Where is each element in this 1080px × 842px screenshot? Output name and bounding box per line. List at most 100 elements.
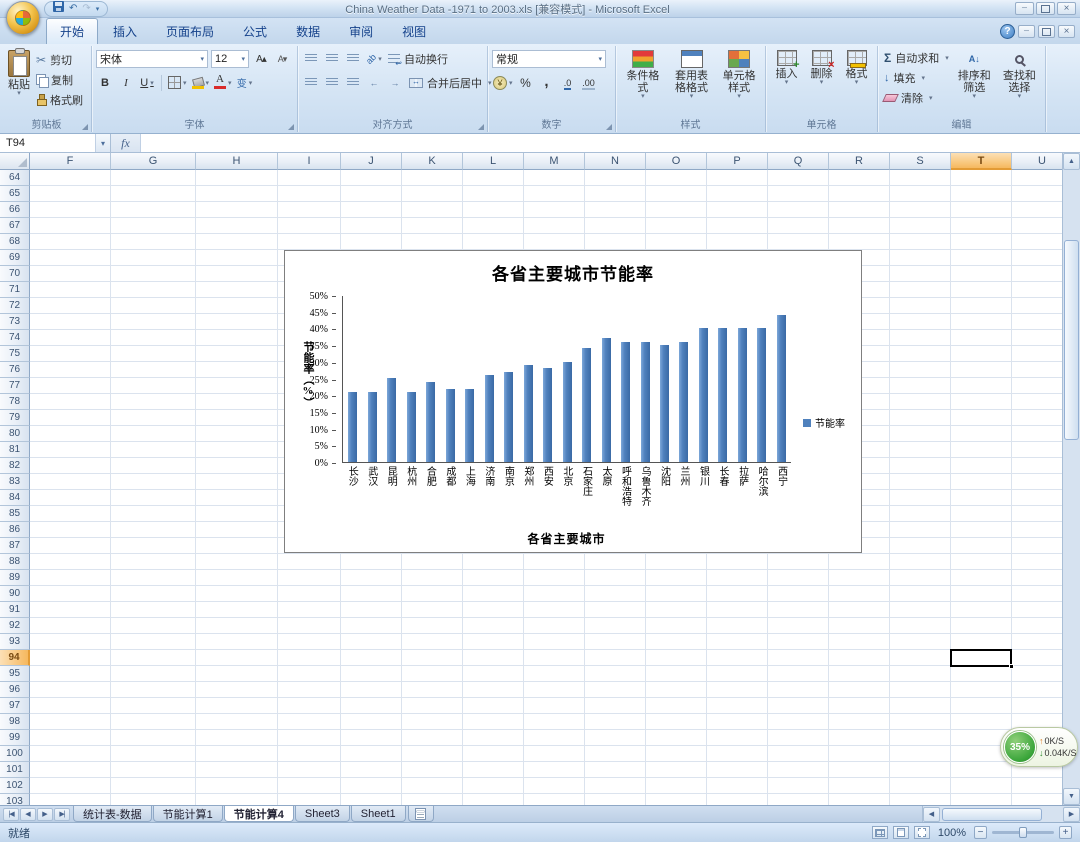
- ribbon-tab-插入[interactable]: 插入: [99, 18, 151, 44]
- scroll-right-button[interactable]: [1063, 807, 1080, 822]
- format-cells-button[interactable]: 格式: [840, 48, 873, 118]
- ribbon-tab-开始[interactable]: 开始: [46, 18, 98, 44]
- chart[interactable]: 各省主要城市节能率 节能率（%） 0%5%10%15%20%25%30%35%4…: [284, 250, 862, 553]
- page-layout-view-button[interactable]: [893, 826, 909, 839]
- undo-button[interactable]: [69, 2, 77, 16]
- alignment-dialog-launcher[interactable]: [478, 124, 484, 130]
- bar-成都[interactable]: [446, 389, 455, 462]
- merge-center-button[interactable]: 合并后居中: [407, 74, 494, 91]
- fill-button[interactable]: 填充: [882, 69, 951, 86]
- bar-石家庄[interactable]: [582, 348, 591, 462]
- clipboard-dialog-launcher[interactable]: [82, 124, 88, 130]
- bar-呼和浩特[interactable]: [621, 342, 630, 462]
- column-header-M[interactable]: M: [524, 153, 585, 170]
- bar-郑州[interactable]: [524, 365, 533, 462]
- row-header-79[interactable]: 79: [0, 410, 30, 426]
- row-header-67[interactable]: 67: [0, 218, 30, 234]
- minimize-button[interactable]: [1015, 2, 1034, 15]
- find-select-button[interactable]: 查找和选择: [998, 48, 1041, 118]
- column-header-I[interactable]: I: [278, 153, 341, 170]
- row-header-82[interactable]: 82: [0, 458, 30, 474]
- bar-长春[interactable]: [718, 328, 727, 462]
- qat-customize-dropdown[interactable]: [96, 2, 100, 17]
- bar-兰州[interactable]: [679, 342, 688, 462]
- row-header-80[interactable]: 80: [0, 426, 30, 442]
- accounting-format-button[interactable]: [492, 74, 514, 92]
- percent-style-button[interactable]: [517, 74, 535, 92]
- font-size-select[interactable]: 12: [211, 50, 249, 68]
- zoom-slider-thumb[interactable]: [1019, 827, 1027, 838]
- align-top-button[interactable]: [302, 50, 320, 68]
- clear-button[interactable]: 清除: [882, 89, 951, 106]
- bar-西宁[interactable]: [777, 315, 786, 462]
- first-sheet-button[interactable]: [3, 808, 19, 821]
- format-as-table-button[interactable]: 套用表格格式: [668, 48, 716, 118]
- bar-南京[interactable]: [504, 372, 513, 462]
- row-header-76[interactable]: 76: [0, 362, 30, 378]
- horizontal-scrollbar[interactable]: [922, 806, 1080, 822]
- insert-function-button[interactable]: fx: [111, 134, 141, 152]
- insert-cells-button[interactable]: 插入: [770, 48, 803, 118]
- select-all-corner[interactable]: [0, 153, 30, 170]
- selected-cell[interactable]: [950, 649, 1012, 667]
- row-header-85[interactable]: 85: [0, 506, 30, 522]
- bold-button[interactable]: B: [96, 74, 114, 92]
- scroll-down-button[interactable]: ▼: [1063, 788, 1080, 805]
- column-header-S[interactable]: S: [890, 153, 951, 170]
- bar-上海[interactable]: [465, 389, 474, 462]
- column-header-P[interactable]: P: [707, 153, 768, 170]
- network-monitor-widget[interactable]: 35% 0K/S 0.04K/S: [1000, 727, 1078, 767]
- zoom-out-button[interactable]: [974, 826, 987, 839]
- ribbon-tab-公式[interactable]: 公式: [229, 18, 281, 44]
- row-header-101[interactable]: 101: [0, 762, 30, 778]
- row-header-94[interactable]: 94: [0, 650, 30, 666]
- row-header-74[interactable]: 74: [0, 330, 30, 346]
- bar-银川[interactable]: [699, 328, 708, 462]
- increase-indent-button[interactable]: [386, 74, 404, 92]
- format-painter-button[interactable]: 格式刷: [34, 91, 85, 108]
- row-header-92[interactable]: 92: [0, 618, 30, 634]
- borders-button[interactable]: [167, 74, 188, 92]
- number-dialog-launcher[interactable]: [606, 124, 612, 130]
- align-right-button[interactable]: [344, 74, 362, 92]
- workbook-minimize-button[interactable]: [1018, 25, 1035, 38]
- formula-input[interactable]: [141, 134, 1080, 152]
- row-header-84[interactable]: 84: [0, 490, 30, 506]
- bar-杭州[interactable]: [407, 392, 416, 462]
- decrease-indent-button[interactable]: [365, 74, 383, 92]
- row-header-70[interactable]: 70: [0, 266, 30, 282]
- autosum-button[interactable]: 自动求和: [882, 49, 951, 66]
- orientation-button[interactable]: [365, 50, 383, 68]
- increase-decimal-button[interactable]: [559, 74, 577, 92]
- row-header-87[interactable]: 87: [0, 538, 30, 554]
- row-header-90[interactable]: 90: [0, 586, 30, 602]
- column-header-J[interactable]: J: [341, 153, 402, 170]
- cell-styles-button[interactable]: 单元格样式: [717, 48, 761, 118]
- row-header-78[interactable]: 78: [0, 394, 30, 410]
- font-dialog-launcher[interactable]: [288, 124, 294, 130]
- row-header-69[interactable]: 69: [0, 250, 30, 266]
- fill-color-button[interactable]: [191, 74, 211, 92]
- previous-sheet-button[interactable]: [20, 808, 36, 821]
- column-header-N[interactable]: N: [585, 153, 646, 170]
- bar-昆明[interactable]: [387, 378, 396, 462]
- comma-style-button[interactable]: [538, 74, 556, 92]
- row-header-102[interactable]: 102: [0, 778, 30, 794]
- phonetic-guide-button[interactable]: [236, 74, 254, 92]
- column-header-U[interactable]: U: [1012, 153, 1062, 170]
- row-header-100[interactable]: 100: [0, 746, 30, 762]
- cut-button[interactable]: 剪切: [34, 51, 85, 68]
- name-box[interactable]: T94: [0, 134, 96, 152]
- insert-worksheet-button[interactable]: [408, 806, 434, 822]
- increase-font-button[interactable]: [252, 50, 270, 68]
- row-header-88[interactable]: 88: [0, 554, 30, 570]
- align-left-button[interactable]: [302, 74, 320, 92]
- underline-button[interactable]: U: [138, 74, 156, 92]
- workbook-close-button[interactable]: [1058, 25, 1075, 38]
- bar-太原[interactable]: [602, 338, 611, 462]
- row-header-65[interactable]: 65: [0, 186, 30, 202]
- sheet-tab-节能计算1[interactable]: 节能计算1: [153, 806, 223, 822]
- page-break-view-button[interactable]: [914, 826, 930, 839]
- decrease-font-button[interactable]: [273, 50, 291, 68]
- row-header-81[interactable]: 81: [0, 442, 30, 458]
